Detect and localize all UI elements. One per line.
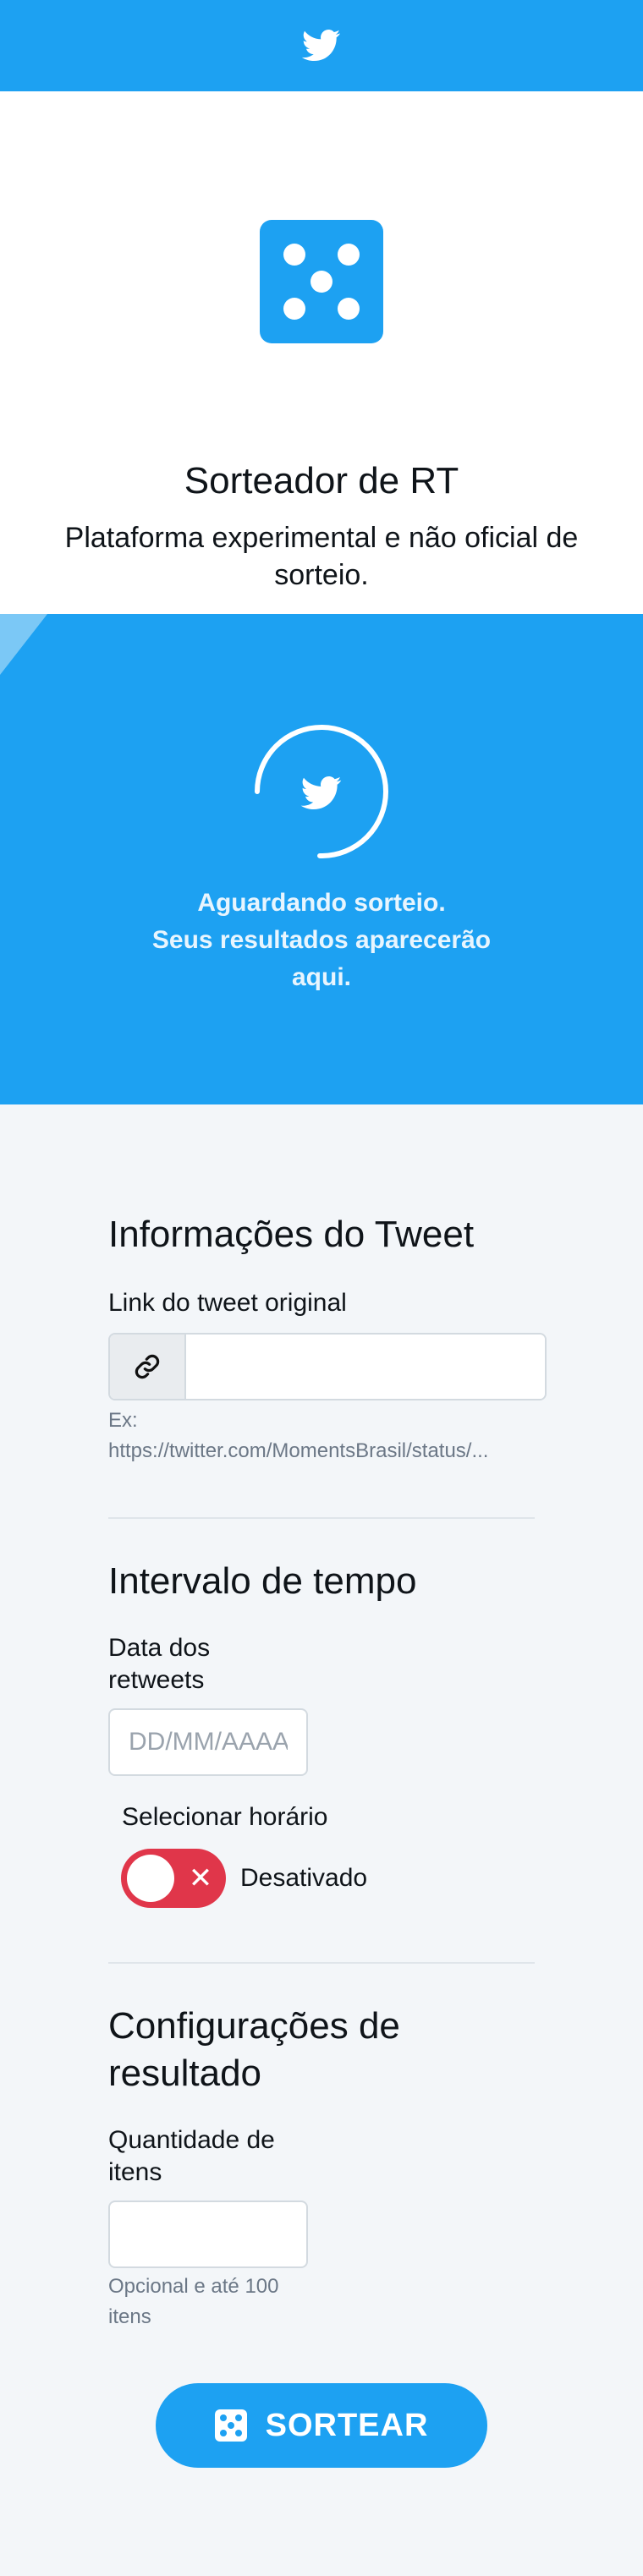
hint-line: Opcional e até 100 [108, 2275, 279, 2298]
tweet-link-input[interactable] [186, 1335, 545, 1399]
link-icon [110, 1335, 186, 1399]
quantity-hint: Opcional e até 100 itens [108, 2272, 278, 2332]
section-title-line: resultado [108, 2053, 262, 2094]
result-message-line: Aguardando sorteio. [197, 889, 446, 917]
quantity-label-line: itens [108, 2158, 162, 2186]
section-title-line: Configurações de [108, 2005, 400, 2047]
result-message-line: Seus resultados aparecerão [151, 926, 492, 954]
tweet-link-field [108, 1333, 547, 1400]
dice-five-icon [260, 220, 383, 343]
date-label-line: retweets [108, 1666, 205, 1694]
result-message-line: aqui. [291, 963, 351, 991]
section-title-result-config: Configurações de resultado [108, 2003, 400, 2097]
result-message: Aguardando sorteio. Seus resultados apar… [102, 885, 541, 996]
draw-button[interactable]: SORTEAR [156, 2383, 487, 2468]
close-icon: ✕ [188, 1861, 213, 1895]
quantity-label-line: Quantidade de [108, 2126, 275, 2154]
twitter-bird-icon [300, 776, 342, 809]
section-title-time-interval: Intervalo de tempo [108, 1560, 417, 1602]
decorative-corner [0, 614, 47, 675]
hint-line: https://twitter.com/MomentsBrasil/status… [108, 1439, 489, 1462]
tweet-link-hint: Ex: https://twitter.com/MomentsBrasil/st… [108, 1406, 488, 1466]
hero-section: Sorteador de RT Plataforma experimental … [0, 91, 643, 614]
tweet-link-label: Link do tweet original [108, 1289, 347, 1317]
quantity-input[interactable] [108, 2201, 308, 2268]
hint-line: itens [108, 2305, 151, 2328]
retweet-date-input[interactable] [108, 1708, 308, 1776]
time-toggle-state: Desativado [240, 1864, 368, 1892]
result-panel: Aguardando sorteio. Seus resultados apar… [0, 614, 643, 1104]
section-title-tweet-info: Informações do Tweet [108, 1214, 475, 1255]
twitter-bird-icon[interactable] [302, 30, 341, 62]
loading-spinner [255, 725, 388, 858]
quantity-label: Quantidade de itens [108, 2124, 275, 2189]
draw-button-label: SORTEAR [265, 2407, 429, 2443]
dice-five-icon [214, 2409, 247, 2442]
page-title: Sorteador de RT [184, 460, 459, 501]
hint-line: Ex: [108, 1409, 138, 1432]
toggle-knob [127, 1855, 174, 1902]
top-bar [0, 0, 643, 91]
date-label: Data dos retweets [108, 1632, 210, 1696]
section-divider [108, 1962, 535, 1964]
time-toggle[interactable]: ✕ [121, 1849, 226, 1908]
section-divider [108, 1517, 535, 1519]
page-subtitle: Plataforma experimental e não oficial de… [64, 522, 579, 591]
date-label-line: Data dos [108, 1634, 211, 1662]
time-select-label: Selecionar horário [122, 1803, 328, 1831]
